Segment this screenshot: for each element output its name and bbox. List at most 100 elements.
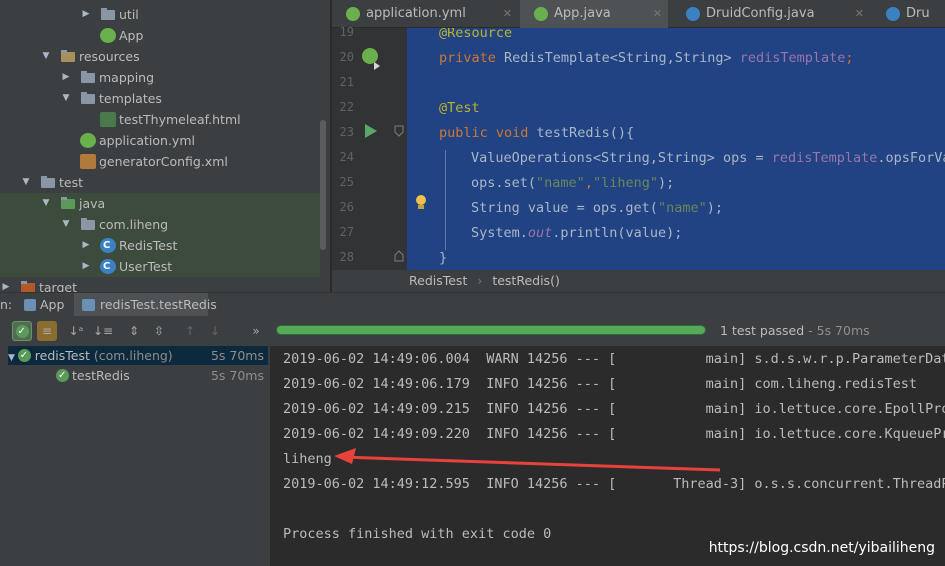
expand-arrow-icon[interactable]: ▶ [0, 277, 12, 292]
test-suite-row[interactable]: ▼ redisTest (com.liheng) 5s 70ms [8, 346, 268, 365]
tab-application-yml[interactable]: application.yml ✕ [332, 0, 518, 28]
close-icon[interactable]: ✕ [503, 0, 512, 28]
next-test-icon[interactable]: ↓ [205, 321, 225, 341]
expand-arrow-icon[interactable]: ▶ [80, 4, 92, 25]
collapse-arrow-icon[interactable]: ▼ [40, 193, 52, 214]
console-line: 2019-06-02 14:49:09.215 INFO 14256 --- [… [283, 401, 945, 417]
collapse-arrow-icon[interactable]: ▼ [20, 172, 32, 193]
console-line-liheng: liheng [283, 451, 332, 467]
project-tree: ▶ util App ▼ resources ▶ mapping ▼ templ… [0, 0, 330, 292]
red-arrow-annotation [334, 448, 721, 472]
code-line-23: public void testRedis(){ [439, 125, 635, 141]
collapse-arrow-icon[interactable]: ▼ [8, 353, 18, 363]
tree-item-application-yml[interactable]: application.yml [0, 130, 320, 151]
run-test-icon[interactable] [364, 123, 378, 139]
code-line-20: private RedisTemplate<String,String> red… [439, 50, 854, 66]
tab-druidconfig-java[interactable]: DruidConfig.java ✕ [672, 0, 870, 28]
console-exit-line: Process finished with exit code 0 [283, 526, 552, 542]
run-tab-app[interactable]: App [20, 293, 70, 317]
sort-alphabetically-icon[interactable]: ↓ᵃ [66, 321, 86, 341]
tree-item-generatorconfig[interactable]: generatorConfig.xml [0, 151, 320, 172]
resources-folder-icon [60, 49, 76, 64]
console-output[interactable]: 2019-06-02 14:49:06.004 WARN 14256 --- [… [270, 346, 945, 566]
console-line: 2019-06-02 14:49:06.004 WARN 14256 --- [… [283, 351, 945, 367]
expand-all-icon[interactable]: ⇕ [124, 321, 144, 341]
tree-item-target[interactable]: ▶ target [0, 277, 320, 292]
tab-druid-overflow[interactable]: Dru [872, 0, 945, 28]
tree-item-resources[interactable]: ▼ resources [0, 46, 320, 67]
html-file-icon [100, 112, 116, 127]
spring-class-icon [534, 7, 548, 21]
previous-test-icon[interactable]: ↑ [180, 321, 200, 341]
expand-arrow-icon[interactable]: ▶ [60, 67, 72, 88]
test-results-tree: ▼ redisTest (com.liheng) 5s 70ms testRed… [0, 346, 270, 566]
lightbulb-icon[interactable] [414, 194, 428, 212]
tree-item-util[interactable]: ▶ util [0, 4, 320, 25]
collapse-all-icon[interactable]: ⇳ [149, 321, 169, 341]
tree-scrollbar[interactable] [320, 120, 326, 250]
console-line: 2019-06-02 14:49:12.595 INFO 14256 --- [… [283, 476, 945, 492]
run-tab-redistest[interactable]: redisTest.testRedis [74, 293, 217, 317]
passed-icon [56, 366, 69, 385]
code-line-28: } [439, 250, 448, 266]
xml-file-icon [80, 154, 96, 169]
spring-class-icon [100, 28, 116, 43]
passed-icon [17, 346, 31, 365]
sort-by-duration-icon[interactable]: ↓≡ [93, 321, 113, 341]
fold-end-marker-icon[interactable] [394, 250, 404, 262]
console-line: 2019-06-02 14:49:06.179 INFO 14256 --- [… [283, 376, 917, 392]
editor-tab-bar: application.yml ✕ App.java ✕ DruidConfig… [332, 0, 945, 28]
tree-item-com-liheng[interactable]: ▼ com.liheng [0, 214, 320, 235]
test-status-text: 1 test passed - 5s 70ms [720, 323, 870, 338]
class-icon [886, 7, 900, 21]
expand-arrow-icon[interactable]: ▶ [80, 235, 92, 256]
folder-icon [100, 7, 116, 22]
tree-item-templates[interactable]: ▼ templates [0, 88, 320, 109]
run-tool-window-tabs: n: App redisTest.testRedis [0, 292, 945, 317]
tree-item-app[interactable]: App [0, 25, 320, 46]
tree-item-redistest[interactable]: ▶ RedisTest [0, 235, 320, 256]
expand-arrow-icon[interactable]: ▶ [80, 256, 92, 277]
yml-file-icon [346, 7, 360, 21]
check-icon [15, 322, 29, 342]
breadcrumb-separator-icon: › [477, 273, 483, 288]
collapse-arrow-icon[interactable]: ▼ [40, 46, 52, 67]
test-config-icon [82, 299, 95, 311]
tree-item-java[interactable]: ▼ java [0, 193, 320, 214]
code-line-25: ops.set("name","liheng"); [471, 175, 675, 191]
class-icon [686, 7, 700, 21]
tree-item-test[interactable]: ▼ test [0, 172, 320, 193]
test-progress-area: 1 test passed - 5s 70ms [270, 316, 945, 346]
tree-item-mapping[interactable]: ▶ mapping [0, 67, 320, 88]
tree-item-usertest[interactable]: ▶ UserTest [0, 256, 320, 277]
folder-icon [80, 70, 96, 85]
collapse-arrow-icon[interactable]: ▼ [60, 88, 72, 109]
close-icon[interactable]: ✕ [653, 0, 662, 28]
show-passed-button[interactable] [12, 321, 32, 342]
breadcrumb-method[interactable]: testRedis() [492, 273, 560, 288]
indent-guide [445, 150, 446, 250]
show-ignored-button[interactable]: ≡ [37, 321, 57, 341]
test-source-folder-icon [60, 196, 76, 211]
yml-file-icon [80, 133, 96, 148]
code-line-19: @Resource [439, 28, 513, 41]
editor-gutter: 19 20 21 22 23 24 25 26 27 28 [332, 25, 407, 270]
fold-marker-icon[interactable] [394, 125, 404, 137]
more-actions-icon[interactable]: » [246, 321, 266, 341]
collapse-arrow-icon[interactable]: ▼ [60, 214, 72, 235]
package-icon [80, 217, 96, 232]
breadcrumb: RedisTest › testRedis() [332, 270, 945, 292]
tree-item-testthymeleaf[interactable]: testThymeleaf.html [0, 109, 320, 130]
test-method-row[interactable]: testRedis 5s 70ms [8, 366, 268, 385]
run-config-icon [24, 299, 36, 311]
tab-app-java[interactable]: App.java ✕ [520, 0, 668, 28]
test-progress-bar [276, 325, 706, 335]
spring-bean-navigate-icon[interactable] [360, 46, 384, 70]
breadcrumb-class[interactable]: RedisTest [409, 273, 467, 288]
test-runner-toolbar: ≡ ↓ᵃ ↓≡ ⇕ ⇳ ↑ ↓ » [0, 316, 270, 346]
console-line: 2019-06-02 14:49:09.220 INFO 14256 --- [… [283, 426, 945, 442]
code-editor[interactable]: @Resource private RedisTemplate<String,S… [407, 28, 945, 270]
close-icon[interactable]: ✕ [855, 0, 864, 28]
class-icon [100, 238, 116, 253]
class-icon [100, 259, 116, 274]
